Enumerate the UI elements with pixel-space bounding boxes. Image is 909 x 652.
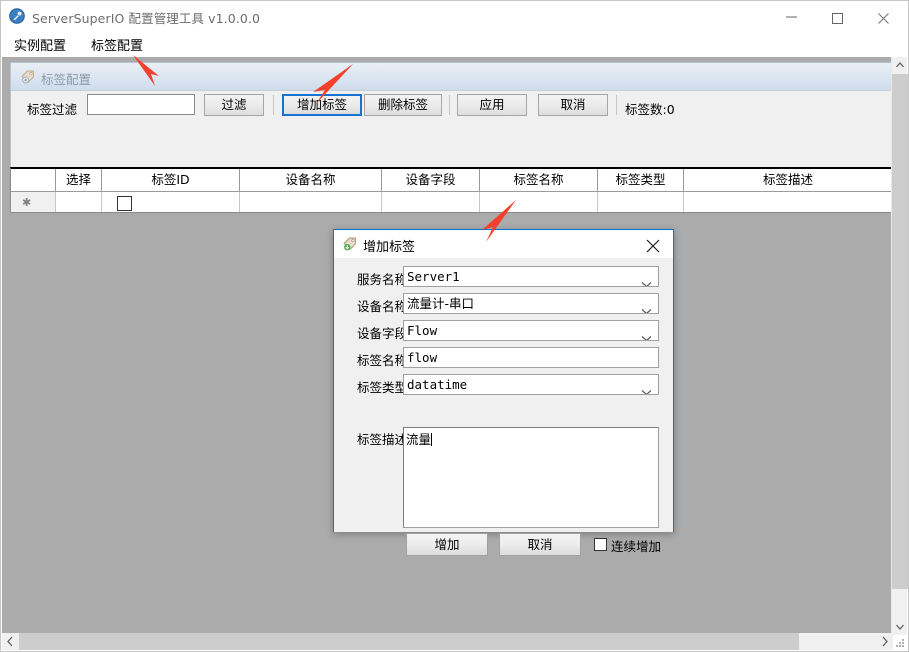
row-cell-select[interactable] [56,192,132,212]
grid-header-tag-desc[interactable]: 标签描述 [684,169,892,191]
device-name-combobox[interactable]: 流量计-串口 [403,293,659,314]
continuous-add-label[interactable]: 连续增加 [611,536,661,555]
tag-filter-input[interactable] [87,94,195,115]
dialog-add-button[interactable]: 增加 [406,533,488,556]
title-bar: ServerSuperIO 配置管理工具 v1.0.0.0 [1,1,908,31]
service-name-combobox[interactable]: Server1 [403,266,659,287]
tag-data-grid: 选择 标签ID 设备名称 设备字段 标签名称 标签类型 标签描述 ✱ [10,167,893,213]
minimize-button[interactable] [769,1,815,30]
new-row-marker-icon: ✱ [22,196,32,209]
dialog-cancel-button[interactable]: 取消 [499,533,581,556]
filter-label: 标签过滤 [27,102,78,117]
tag-description-value: 流量 [406,432,432,447]
scroll-up-icon[interactable] [892,57,908,74]
dialog-body: 服务名称 Server1 设备名称 流量计-串口 设备字段 Flow 标签名称 … [334,258,673,556]
dialog-title: 增加标签 [363,240,416,255]
field-label-tag-name: 标签名称 [356,353,407,368]
vertical-scrollbar[interactable] [891,57,908,635]
menu-item-tag-config[interactable]: 标签配置 [91,35,143,54]
toolbar-separator [273,95,274,115]
tag-name-input[interactable]: flow [403,347,659,368]
tag-type-combobox[interactable]: datatime [403,374,659,395]
horizontal-scrollbar[interactable] [2,633,893,650]
menu-item-instance-config[interactable]: 实例配置 [14,35,66,54]
row-cell-tag-name[interactable] [480,192,598,212]
row-cell-device-name[interactable] [240,192,382,212]
row-header-cell[interactable]: ✱ [11,192,56,212]
chevron-down-icon [641,382,652,394]
row-cell-tag-desc[interactable] [684,192,892,212]
toolbar-separator [616,95,617,115]
device-field-combobox[interactable]: Flow [403,320,659,341]
tag-count-label: 标签数:0 [625,102,675,117]
field-label-tag-type: 标签类型 [356,380,407,395]
chevron-down-icon [641,328,652,340]
close-button[interactable] [861,1,907,30]
dialog-title-bar: 增加标签 [334,230,673,258]
device-field-value: Flow [407,323,438,338]
filter-button[interactable]: 过滤 [204,94,264,116]
grid-header-tag-id[interactable]: 标签ID [102,169,240,191]
chevron-down-icon [641,274,652,286]
grid-header-marker[interactable] [11,169,56,191]
toolbar-separator [449,95,450,115]
field-label-device-field: 设备字段 [356,326,407,341]
service-name-value: Server1 [407,269,460,284]
grid-header-tag-type[interactable]: 标签类型 [598,169,684,191]
grid-header-tag-name[interactable]: 标签名称 [480,169,598,191]
window-title: ServerSuperIO 配置管理工具 v1.0.0.0 [32,11,261,26]
horizontal-scrollbar-thumb[interactable] [19,633,799,650]
menu-bar: 实例配置 标签配置 [1,31,908,57]
tag-gear-icon [20,69,36,85]
cancel-button[interactable]: 取消 [538,94,608,116]
apply-button[interactable]: 应用 [457,94,527,116]
field-label-tag-description: 标签描述 [356,432,407,447]
chevron-down-icon [641,301,652,313]
add-tag-button[interactable]: 增加标签 [282,94,362,116]
delete-tag-button[interactable]: 删除标签 [364,94,442,116]
row-cell-device-field[interactable] [382,192,480,212]
row-cell-tag-id[interactable] [102,192,240,212]
panel-title: 标签配置 [41,72,92,87]
panel-header: 标签配置 [11,63,892,91]
dialog-close-button[interactable] [633,230,673,257]
tag-add-icon [342,236,358,252]
application-window: ServerSuperIO 配置管理工具 v1.0.0.0 实例配置 标签配置 [0,0,909,652]
add-tag-dialog: 增加标签 服务名称 Server1 设备名称 流量计-串口 设备字段 Flow … [333,229,674,556]
resize-grip-icon[interactable] [894,637,906,649]
device-name-value: 流量计-串口 [407,296,475,311]
grid-header-device-field[interactable]: 设备字段 [382,169,480,191]
grid-header-select[interactable]: 选择 [56,169,102,191]
tag-description-textarea[interactable]: 流量 [403,427,659,528]
row-cell-tag-type[interactable] [598,192,684,212]
scroll-right-icon[interactable] [876,633,893,650]
text-caret [431,433,433,446]
scroll-left-icon[interactable] [2,633,19,650]
grid-header-row: 选择 标签ID 设备名称 设备字段 标签名称 标签类型 标签描述 [11,169,892,192]
continuous-add-checkbox[interactable] [594,538,607,551]
vertical-scrollbar-thumb[interactable] [892,74,908,589]
field-label-service-name: 服务名称 [356,272,407,287]
maximize-button[interactable] [815,1,861,30]
app-icon [9,8,25,24]
grid-header-device-name[interactable]: 设备名称 [240,169,382,191]
tag-type-value: datatime [407,377,468,392]
field-label-device-name: 设备名称 [356,299,407,314]
toolbar: 标签过滤 过滤 增加标签 删除标签 应用 取消 标签数:0 [11,91,892,124]
table-row[interactable]: ✱ [11,192,892,212]
scroll-down-icon[interactable] [892,618,908,635]
tag-config-panel: 标签配置 标签过滤 过滤 增加标签 删除标签 应用 取消 标签数:0 [10,62,893,167]
tag-name-value: flow [407,350,438,365]
